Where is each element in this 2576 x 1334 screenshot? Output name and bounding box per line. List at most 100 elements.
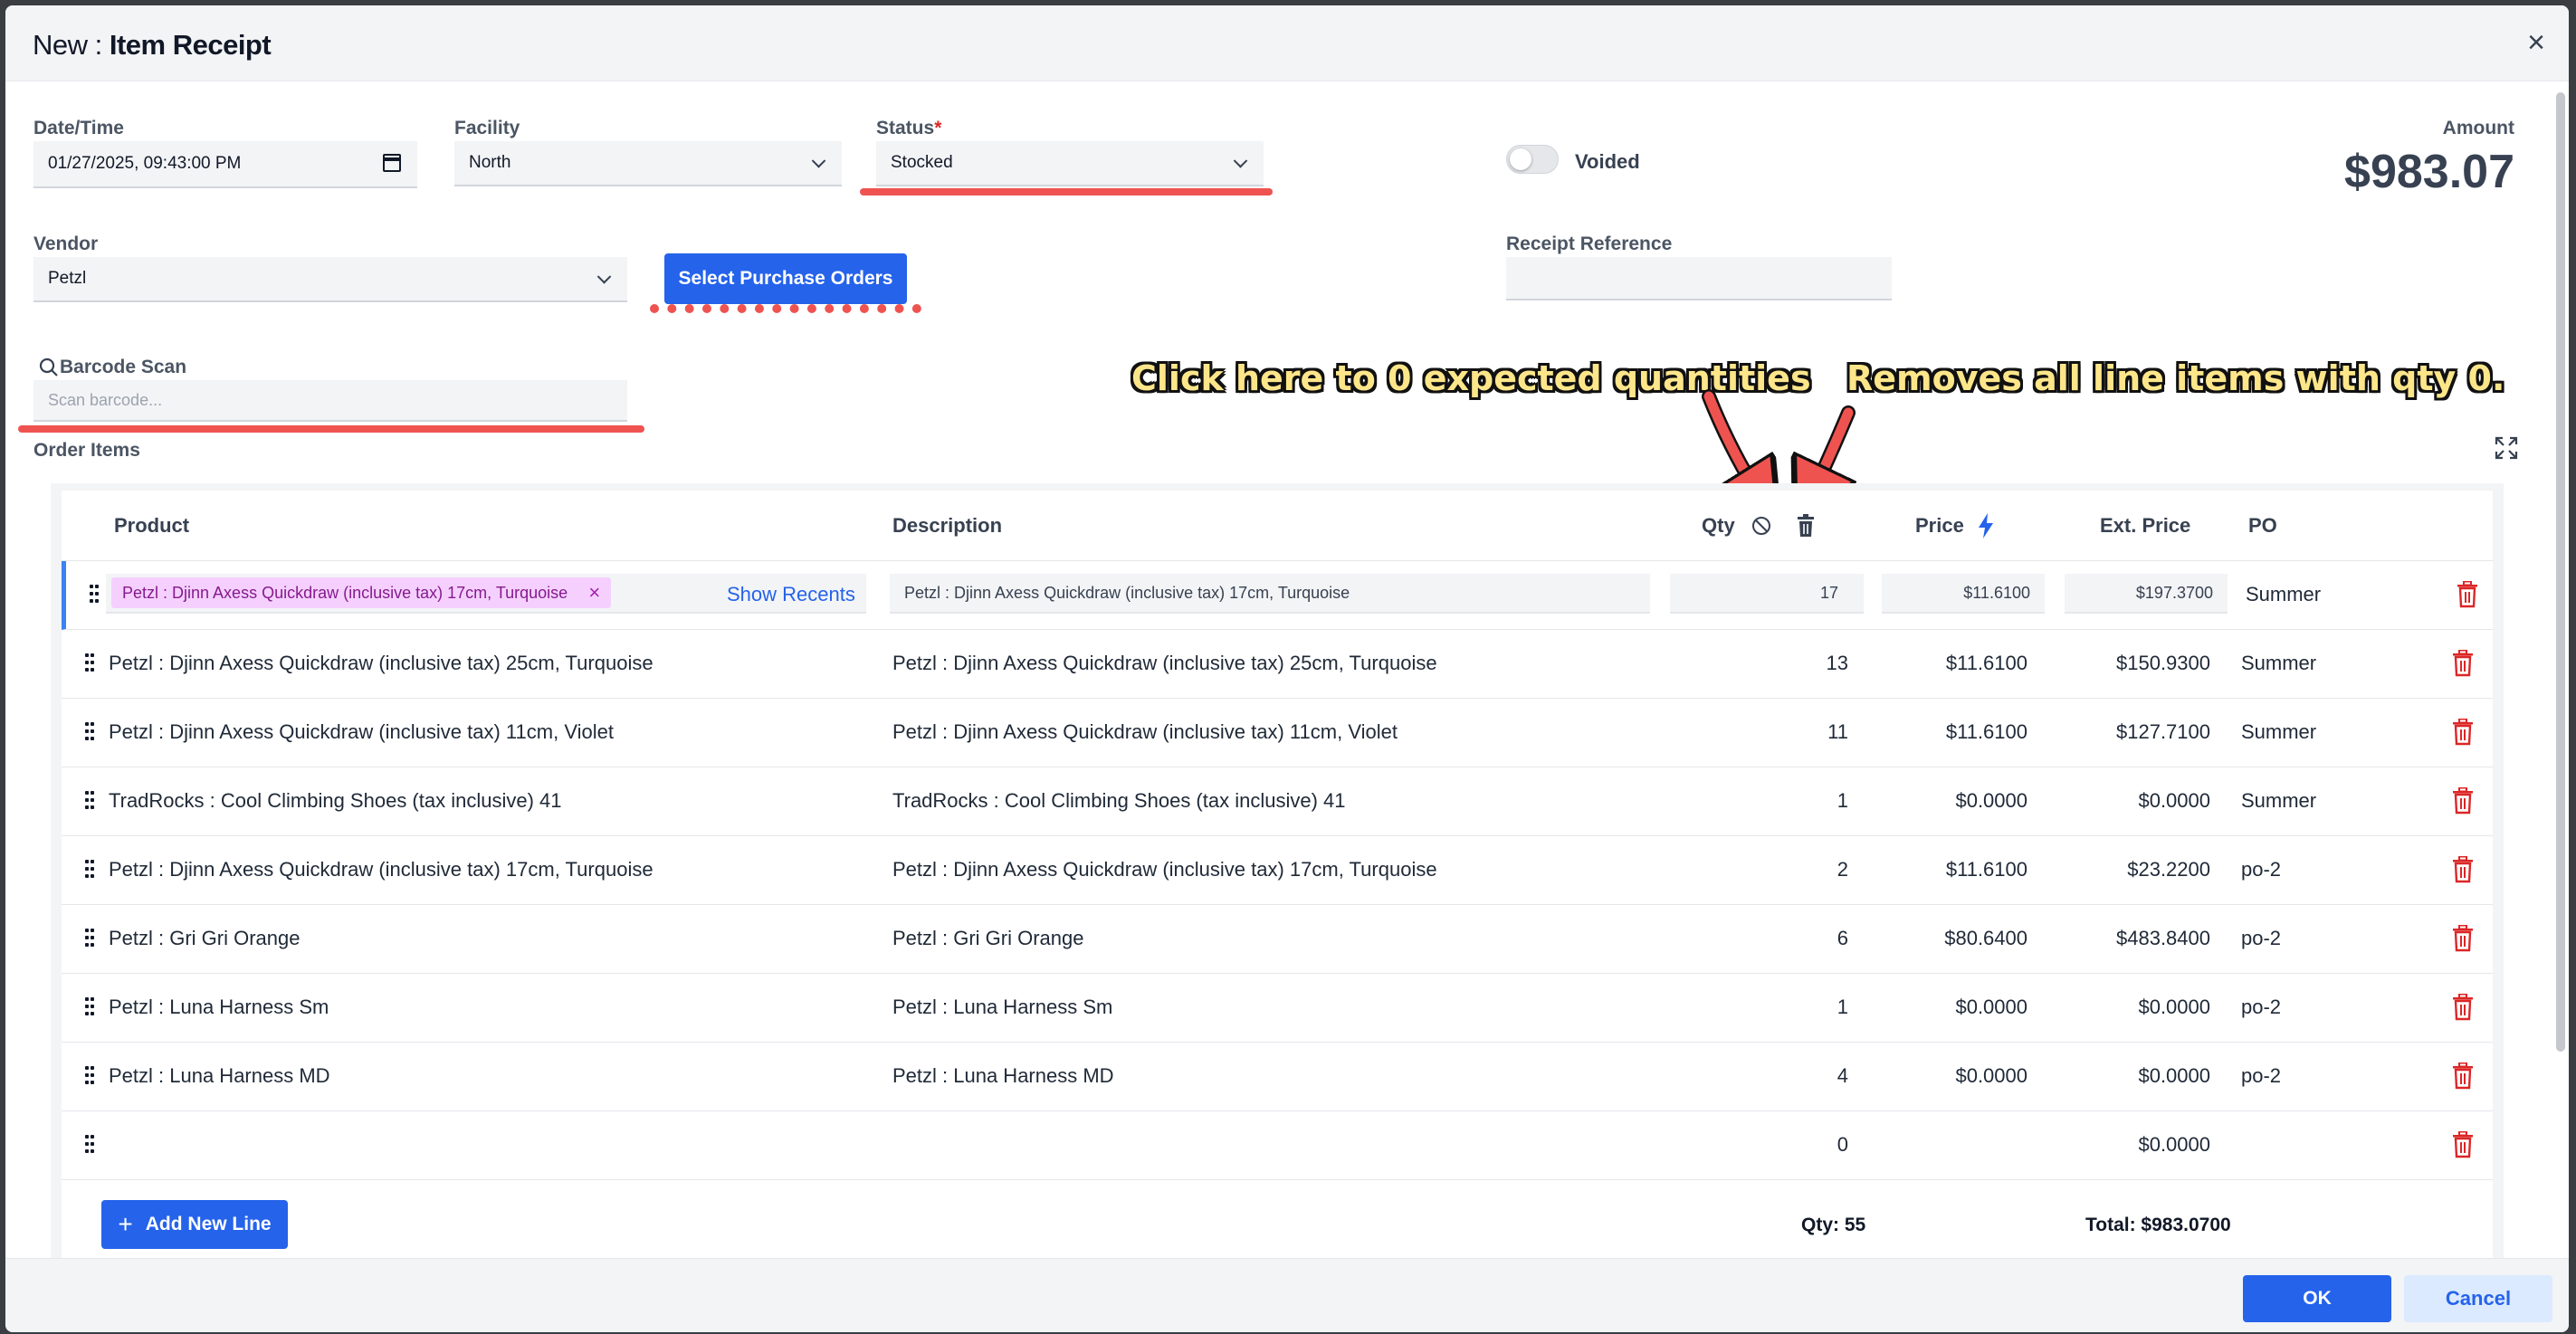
status-label: Status* xyxy=(876,118,942,138)
add-new-line-button[interactable]: + Add New Line xyxy=(101,1200,288,1249)
table-row[interactable]: Petzl : Gri Gri Orange Petzl : Gri Gri Or… xyxy=(62,905,2493,974)
calendar-icon[interactable] xyxy=(383,154,401,172)
description-cell[interactable]: Petzl : Luna Harness Sm xyxy=(892,996,1112,1019)
delete-row-icon[interactable] xyxy=(2451,1131,2475,1158)
qty-cell[interactable]: 2 xyxy=(1837,858,1848,881)
close-icon[interactable]: × xyxy=(2527,27,2545,58)
table-row[interactable]: 0 $0.0000 xyxy=(62,1111,2493,1180)
plus-icon: + xyxy=(118,1210,133,1238)
description-cell[interactable]: Petzl : Djinn Axess Quickdraw (inclusive… xyxy=(892,858,1437,881)
delete-row-icon[interactable] xyxy=(2451,994,2475,1021)
delete-row-icon[interactable] xyxy=(2451,650,2475,677)
product-cell[interactable]: Petzl : Djinn Axess Quickdraw (inclusive… xyxy=(109,858,654,881)
modal-scrollbar[interactable] xyxy=(2556,92,2565,1052)
cancel-button[interactable]: Cancel xyxy=(2404,1275,2552,1322)
ok-button[interactable]: OK xyxy=(2243,1275,2391,1322)
drag-handle-icon[interactable] xyxy=(85,860,94,880)
page-title: New : Item Receipt xyxy=(33,29,272,61)
receipt-reference-input[interactable] xyxy=(1506,257,1892,300)
show-recents-link[interactable]: Show Recents xyxy=(727,583,855,606)
qty-cell[interactable]: 0 xyxy=(1837,1133,1848,1157)
product-cell[interactable]: Petzl : Gri Gri Orange xyxy=(109,927,301,950)
ext-price-cell: $0.0000 xyxy=(2138,1064,2210,1087)
table-row[interactable]: Petzl : Luna Harness Sm Petzl : Luna Harn… xyxy=(62,974,2493,1043)
po-cell: po-2 xyxy=(2241,858,2282,881)
qty-cell[interactable]: 1 xyxy=(1837,996,1848,1019)
zero-qty-icon[interactable] xyxy=(1751,515,1772,537)
delete-row-icon[interactable] xyxy=(2451,925,2475,952)
product-cell[interactable]: Petzl : Djinn Axess Quickdraw (inclusive… xyxy=(109,652,654,675)
vendor-select[interactable]: Petzl xyxy=(33,257,627,302)
qty-cell[interactable]: 6 xyxy=(1837,927,1848,950)
drag-handle-icon[interactable] xyxy=(85,791,94,811)
description-cell[interactable]: Petzl : Gri Gri Orange xyxy=(892,927,1084,950)
delete-row-icon[interactable] xyxy=(2451,787,2475,815)
order-items-table: Product Description Qty Price Ext. Price… xyxy=(62,491,2493,1263)
po-cell: po-2 xyxy=(2241,927,2282,949)
remove-tag-icon[interactable]: × xyxy=(588,581,600,605)
description-input[interactable]: Petzl : Djinn Axess Quickdraw (inclusive… xyxy=(890,574,1650,614)
description-cell[interactable]: Petzl : Luna Harness MD xyxy=(892,1064,1114,1088)
product-cell[interactable]: Petzl : Djinn Axess Quickdraw (inclusive… xyxy=(109,720,614,744)
drag-handle-icon[interactable] xyxy=(85,1135,94,1155)
table-row[interactable]: Petzl : Djinn Axess Quickdraw (inclusive… xyxy=(62,699,2493,767)
description-cell[interactable]: Petzl : Djinn Axess Quickdraw (inclusive… xyxy=(892,652,1437,675)
voided-toggle[interactable] xyxy=(1506,145,1559,174)
qty-cell[interactable]: 1 xyxy=(1837,789,1848,813)
delete-row-icon[interactable] xyxy=(2451,1062,2475,1090)
qty-cell[interactable]: 13 xyxy=(1827,652,1848,675)
table-row[interactable]: Petzl : Luna Harness MD Petzl : Luna Harn… xyxy=(62,1043,2493,1111)
price-cell[interactable]: $0.0000 xyxy=(1955,996,2027,1019)
delete-row-icon[interactable] xyxy=(2451,719,2475,746)
ext-price-cell: $0.0000 xyxy=(2138,789,2210,812)
table-row[interactable]: TradRocks : Cool Climbing Shoes (tax inc… xyxy=(62,767,2493,836)
drag-handle-icon[interactable] xyxy=(85,653,94,673)
qty-cell[interactable]: 4 xyxy=(1837,1064,1848,1088)
table-header: Product Description Qty Price Ext. Price… xyxy=(62,491,2493,561)
delete-row-icon[interactable] xyxy=(2451,856,2475,883)
price-cell[interactable]: $11.6100 xyxy=(1946,858,2027,881)
trash-icon[interactable] xyxy=(1796,514,1816,538)
barcode-scan-input[interactable]: Scan barcode... xyxy=(33,380,627,422)
status-select[interactable]: Stocked xyxy=(876,141,1264,186)
facility-select[interactable]: North xyxy=(454,141,842,186)
price-cell[interactable]: $11.6100 xyxy=(1946,720,2027,744)
expand-icon[interactable] xyxy=(2495,436,2518,460)
qty-input[interactable]: 17 xyxy=(1670,574,1864,614)
status-highlight-underline xyxy=(860,188,1273,195)
price-cell[interactable]: $0.0000 xyxy=(1955,789,2027,813)
lightning-icon[interactable] xyxy=(1977,513,1995,538)
price-cell[interactable]: $11.6100 xyxy=(1946,652,2027,675)
table-row[interactable]: Petzl : Djinn Axess Quickdraw (inclusive… xyxy=(62,630,2493,699)
ext-price-cell: $0.0000 xyxy=(2138,1133,2210,1156)
ext-price-input[interactable]: $197.3700 xyxy=(2065,574,2228,614)
modal-footer: OK Cancel xyxy=(5,1258,2569,1332)
price-cell[interactable]: $80.6400 xyxy=(1944,927,2027,950)
table-row-active[interactable]: Petzl : Djinn Axess Quickdraw (inclusive… xyxy=(62,561,2493,630)
select-purchase-orders-button[interactable]: Select Purchase Orders xyxy=(664,253,907,304)
qty-cell[interactable]: 11 xyxy=(1827,720,1848,744)
product-cell[interactable]: Petzl : Luna Harness Sm xyxy=(109,996,329,1019)
table-row[interactable]: Petzl : Djinn Axess Quickdraw (inclusive… xyxy=(62,836,2493,905)
drag-handle-icon[interactable] xyxy=(90,585,99,605)
po-cell: po-2 xyxy=(2241,1064,2282,1087)
datetime-field[interactable]: 01/27/2025, 09:43:00 PM xyxy=(33,141,417,188)
drag-handle-icon[interactable] xyxy=(85,997,94,1017)
col-description: Description xyxy=(892,514,1003,537)
product-tag: Petzl : Djinn Axess Quickdraw (inclusive… xyxy=(111,577,612,608)
amount-value: $983.07 xyxy=(2344,146,2514,198)
drag-handle-icon[interactable] xyxy=(85,722,94,742)
product-cell[interactable]: Petzl : Luna Harness MD xyxy=(109,1064,330,1088)
po-cell: Summer xyxy=(2241,720,2317,743)
price-cell[interactable]: $0.0000 xyxy=(1955,1064,2027,1088)
datetime-value: 01/27/2025, 09:43:00 PM xyxy=(48,154,242,173)
description-cell[interactable]: TradRocks : Cool Climbing Shoes (tax inc… xyxy=(892,789,1346,813)
description-cell[interactable]: Petzl : Djinn Axess Quickdraw (inclusive… xyxy=(892,720,1398,744)
drag-handle-icon[interactable] xyxy=(85,1066,94,1086)
price-input[interactable]: $11.6100 xyxy=(1882,574,2045,614)
drag-handle-icon[interactable] xyxy=(85,929,94,948)
receipt-reference-label: Receipt Reference xyxy=(1506,233,1673,254)
table-body: Petzl : Djinn Axess Quickdraw (inclusive… xyxy=(62,630,2493,1180)
delete-row-icon[interactable] xyxy=(2456,581,2479,608)
product-cell[interactable]: TradRocks : Cool Climbing Shoes (tax inc… xyxy=(109,789,562,813)
